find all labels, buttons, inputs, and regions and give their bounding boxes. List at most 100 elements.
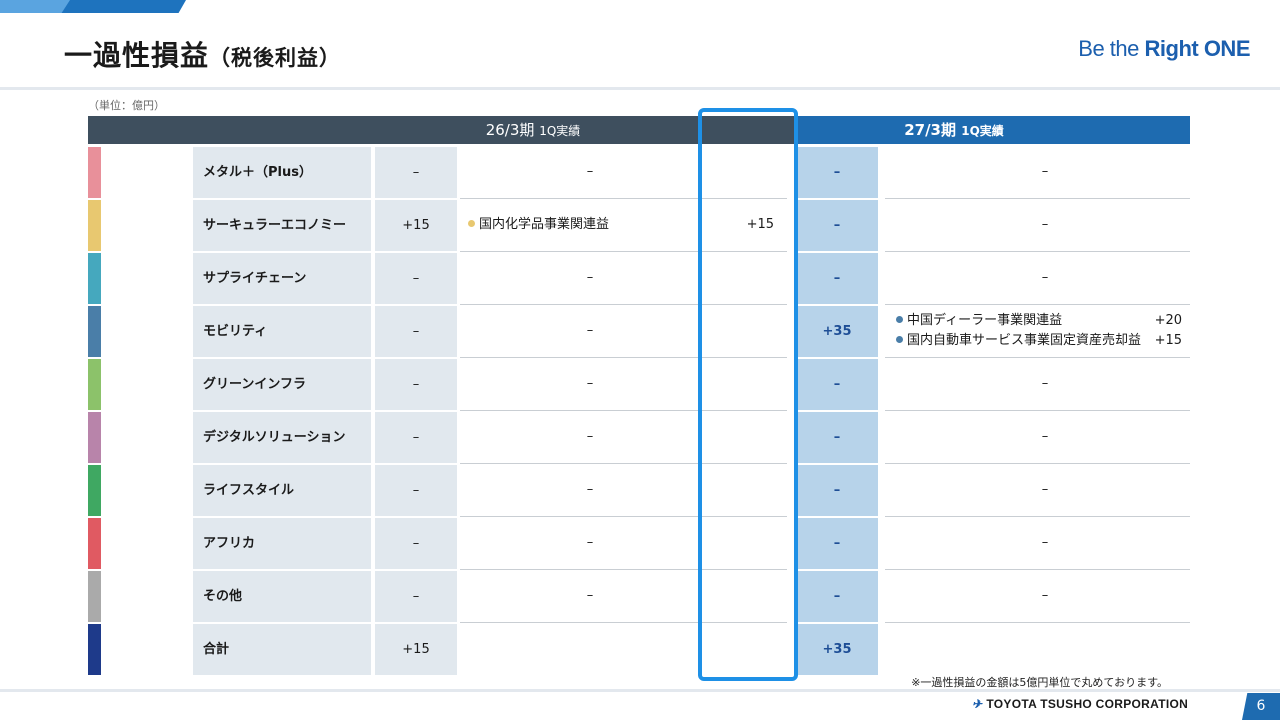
fy26-detail-empty: –	[586, 164, 594, 179]
page-title: 一過性損益（税後利益）	[64, 34, 341, 74]
segment-name: サーキュラーエコノミー	[203, 218, 347, 233]
fy27-value: –	[796, 465, 878, 516]
column-header-fy27: 27/3期 1Q実績	[794, 116, 1114, 144]
segment-color-bar	[88, 200, 101, 251]
bullet-dot-icon	[896, 336, 903, 343]
segment-color-bar	[88, 624, 101, 675]
fy26-detail-empty: –	[586, 482, 594, 497]
fy27-highlight-frame	[698, 108, 798, 681]
header-divider	[0, 87, 1280, 90]
segment-name-cell: メタル＋（Plus）	[193, 147, 371, 198]
fy27-value: –	[796, 359, 878, 410]
column-header-fy26-sub: 1Q実績	[539, 124, 581, 138]
segment-color-bar	[88, 253, 101, 304]
segment-name-cell: モビリティ	[193, 306, 371, 357]
brand-slogan: Be the Right ONE	[1078, 36, 1250, 62]
fy26-value: +15	[375, 200, 457, 251]
fy26-detail-empty: –	[586, 429, 594, 444]
segment-name: メタル＋（Plus）	[203, 165, 312, 180]
company-logo-icon: ✈	[972, 697, 983, 711]
company-logo: ✈ TOYOTA TSUSHO CORPORATION	[972, 697, 1188, 711]
fy27-value: –	[796, 147, 878, 198]
fy27-detail-empty: –	[1041, 376, 1049, 391]
segment-color-bar	[88, 306, 101, 357]
segment-name: その他	[203, 589, 243, 604]
segment-name: グリーンインフラ	[203, 377, 306, 392]
fy27-detail-empty: –	[1041, 535, 1049, 550]
fy27-detail-cell: –	[885, 570, 1190, 623]
fy27-value: –	[796, 200, 878, 251]
segment-name-cell: 合計	[193, 624, 371, 675]
fy27-detail-amount: +20	[1154, 313, 1182, 328]
fy26-detail-label: 国内化学品事業関連益	[479, 217, 610, 232]
fy27-detail-cell: –	[885, 464, 1190, 517]
fy27-value: +35	[796, 624, 878, 675]
page-title-main: 一過性損益	[64, 39, 210, 72]
fy27-detail-empty: –	[1041, 164, 1049, 179]
footer-divider	[0, 689, 1280, 692]
table-row: ライフスタイル – – – –	[88, 464, 1190, 517]
fy26-detail-empty: –	[586, 270, 594, 285]
segment-name-cell: グリーンインフラ	[193, 359, 371, 410]
segment-name-cell: ライフスタイル	[193, 465, 371, 516]
column-header-fy26: 26/3期 1Q実績	[370, 116, 696, 144]
fy26-detail-empty: –	[586, 588, 594, 603]
fy27-detail-label: 中国ディーラー事業関連益	[907, 313, 1063, 328]
fy27-detail-item: 中国ディーラー事業関連益	[896, 311, 1062, 331]
segment-name: 合計	[203, 642, 230, 657]
segment-color-bar	[88, 465, 101, 516]
fy26-detail-empty: –	[586, 376, 594, 391]
top-accent-bar-light	[0, 0, 70, 13]
fy27-value: –	[796, 518, 878, 569]
segment-name: アフリカ	[203, 536, 256, 551]
fy27-detail-cell: –	[885, 411, 1190, 464]
table-row: その他 – – – –	[88, 570, 1190, 623]
fy27-detail-cell: –	[885, 146, 1190, 199]
column-header-fy27-sub: 1Q実績	[961, 124, 1004, 138]
fy27-detail-empty: –	[1041, 270, 1049, 285]
fy27-detail-cell: –	[885, 517, 1190, 570]
segment-name: デジタルソリューション	[203, 430, 346, 445]
table-row: 合計 +15 +35	[88, 623, 1190, 676]
page-number: 6	[1242, 693, 1280, 720]
fy26-detail-empty: –	[586, 323, 594, 338]
table-row: モビリティ – – +35 中国ディーラー事業関連益 +20 国内自動車サービス事業固定資産…	[88, 305, 1190, 358]
fy27-detail-empty: –	[1041, 217, 1049, 232]
segment-name: ライフスタイル	[203, 483, 295, 498]
fy26-value: –	[375, 518, 457, 569]
fy26-value: –	[375, 253, 457, 304]
bullet-dot-icon	[468, 220, 475, 227]
table-row: グリーンインフラ – – – –	[88, 358, 1190, 411]
table-row: デジタルソリューション – – – –	[88, 411, 1190, 464]
fy27-value: +35	[796, 306, 878, 357]
segment-color-bar	[88, 518, 101, 569]
segment-color-bar	[88, 412, 101, 463]
fy27-detail-empty: –	[1041, 588, 1049, 603]
fy27-detail-cell	[885, 623, 1190, 676]
fy26-value: –	[375, 412, 457, 463]
table-row: サプライチェーン – – – –	[88, 252, 1190, 305]
fy26-value: –	[375, 147, 457, 198]
fy27-detail-cell: 中国ディーラー事業関連益 +20 国内自動車サービス事業固定資産売却益 +15	[885, 305, 1190, 358]
fy26-value: –	[375, 465, 457, 516]
segment-name: モビリティ	[203, 324, 268, 339]
segment-color-bar	[88, 571, 101, 622]
segment-color-bar	[88, 147, 101, 198]
segment-name: サプライチェーン	[203, 271, 307, 286]
fy26-value: –	[375, 571, 457, 622]
segment-name-cell: アフリカ	[193, 518, 371, 569]
fy26-value: +15	[375, 624, 457, 675]
segment-name-cell: サプライチェーン	[193, 253, 371, 304]
fy27-detail-empty: –	[1041, 482, 1049, 497]
page-title-subtitle: （税後利益）	[209, 46, 342, 70]
fy26-value: –	[375, 306, 457, 357]
fy27-detail-empty: –	[1041, 429, 1049, 444]
bullet-dot-icon	[896, 316, 903, 323]
fy27-detail-amount: +15	[1154, 333, 1182, 348]
fy26-value: –	[375, 359, 457, 410]
unit-note: （単位：億円）	[88, 99, 165, 112]
fy26-detail-item: 国内化学品事業関連益	[468, 215, 609, 235]
segment-name-cell: その他	[193, 571, 371, 622]
table-row: サーキュラーエコノミー +15 国内化学品事業関連益 +15– –	[88, 199, 1190, 252]
table-row: メタル＋（Plus） – – – –	[88, 146, 1190, 199]
